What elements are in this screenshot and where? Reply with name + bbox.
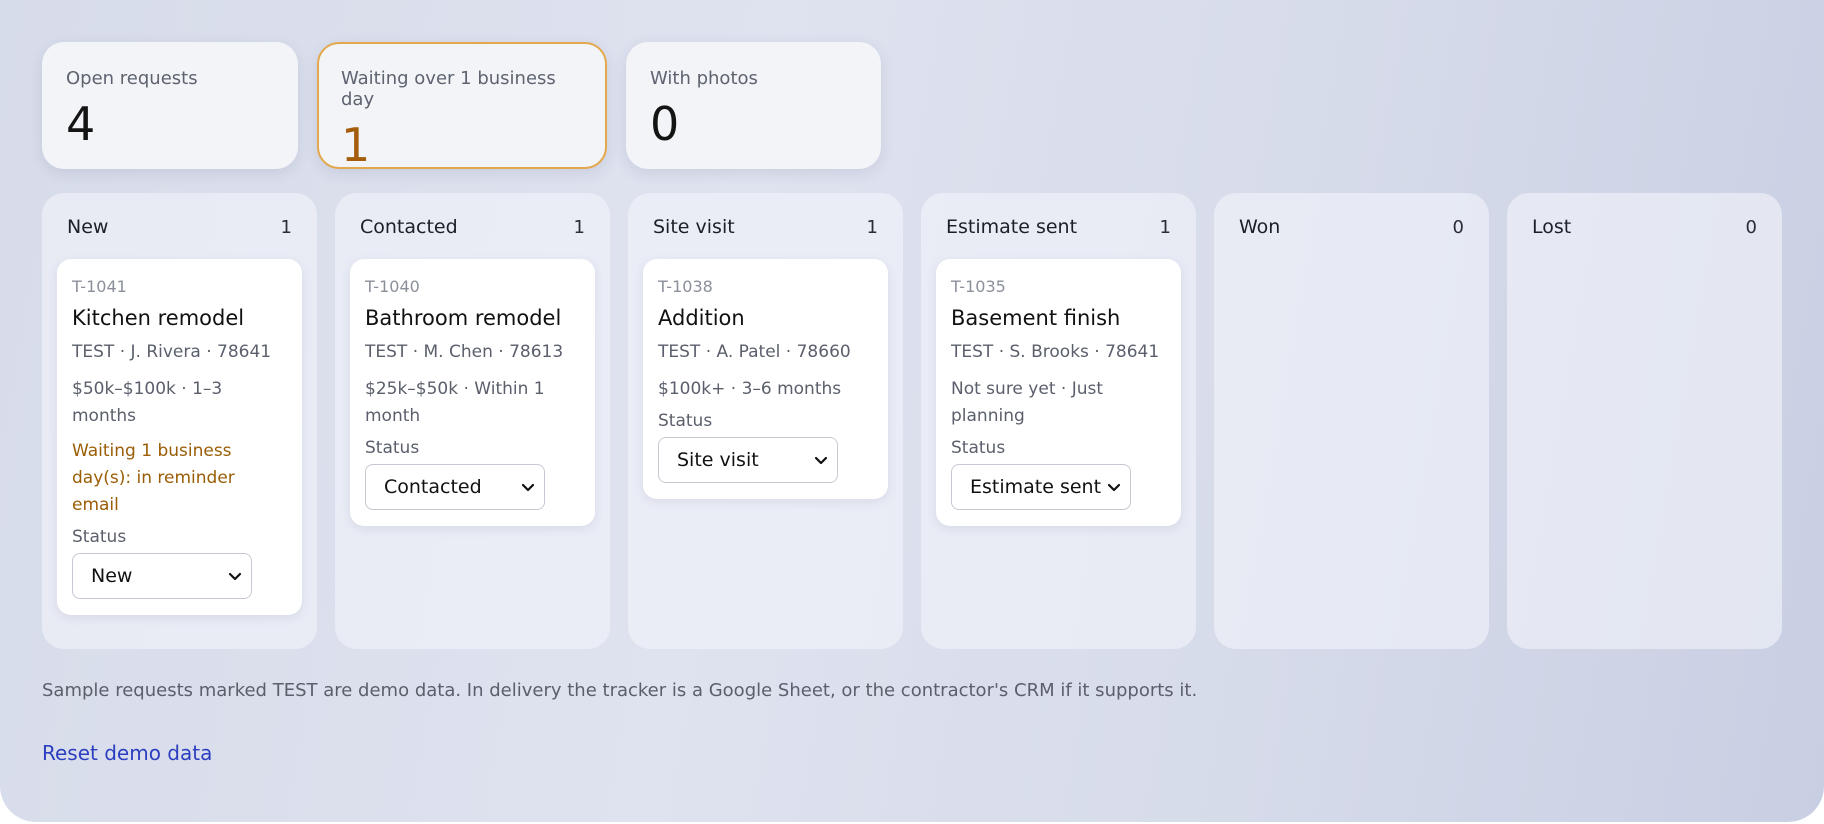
column-count: 1 [866,216,878,238]
request-title: Bathroom remodel [365,306,562,330]
column-title: Won [1239,216,1281,238]
status-select-value: Site visit [677,449,759,471]
status-label: Status [951,438,1006,458]
column-count: 1 [1159,216,1171,238]
request-contact: TEST · J. Rivera · 78641 [72,342,272,362]
stat-with-photos: With photos 0 [626,42,881,169]
column-header: Site visit 1 [643,215,888,239]
column-site-visit: Site visit 1 T-1038 Addition TEST · A. P… [628,193,903,649]
request-card[interactable]: T-1041 Kitchen remodel TEST · J. Rivera … [57,259,302,615]
column-count: 1 [280,216,292,238]
request-contact: TEST · A. Patel · 78660 [658,342,851,362]
stat-value: 0 [650,97,680,151]
status-select[interactable]: Site visit [658,437,838,483]
stat-label: Waiting over 1 business day [341,68,556,110]
column-title: Estimate sent [946,216,1078,238]
column-header: New 1 [57,215,302,239]
status-select-value: New [91,565,133,587]
column-title: Lost [1532,216,1572,238]
request-title: Kitchen remodel [72,306,245,330]
waiting-notice: Waiting 1 business day(s): in reminder e… [72,441,235,515]
request-id: T-1038 [658,277,713,296]
request-card[interactable]: T-1040 Bathroom remodel TEST · M. Chen ·… [350,259,595,526]
column-count: 0 [1745,216,1757,238]
column-title: Site visit [653,216,735,238]
status-label: Status [72,527,127,547]
chevron-down-icon [521,483,535,492]
column-title: Contacted [360,216,458,238]
column-lost: Lost 0 [1507,193,1782,649]
column-title: New [67,216,109,238]
request-id: T-1041 [72,277,127,296]
request-id: T-1040 [365,277,420,296]
request-budget: Not sure yet · Just planning [951,379,1104,426]
status-select-value: Estimate sent [970,476,1102,498]
request-title: Addition [658,306,745,330]
request-title: Basement finish [951,306,1121,330]
status-select[interactable]: Contacted [365,464,545,510]
request-id: T-1035 [951,277,1006,296]
status-label: Status [365,438,420,458]
chevron-down-icon [814,456,828,465]
column-header: Won 0 [1229,215,1474,239]
status-select-value: Contacted [384,476,482,498]
column-contacted: Contacted 1 T-1040 Bathroom remodel TEST… [335,193,610,649]
status-label: Status [658,411,713,431]
stat-waiting: Waiting over 1 business day 1 [317,42,607,169]
reset-demo-data-link[interactable]: Reset demo data [42,741,212,765]
stat-label: With photos [650,68,758,89]
kanban-board: New 1 T-1041 Kitchen remodel TEST · J. R… [42,193,1782,649]
demo-data-note: Sample requests marked TEST are demo dat… [42,680,1198,701]
column-header: Lost 0 [1522,215,1767,239]
request-budget: $25k–$50k · Within 1 month [365,379,545,426]
app-frame: Open requests 4 Waiting over 1 business … [0,0,1824,822]
status-select[interactable]: Estimate sent [951,464,1131,510]
stats-row: Open requests 4 Waiting over 1 business … [42,42,881,169]
stat-open-requests: Open requests 4 [42,42,298,169]
request-contact: TEST · M. Chen · 78613 [365,342,564,362]
request-card[interactable]: T-1035 Basement finish TEST · S. Brooks … [936,259,1181,526]
chevron-down-icon [1107,483,1121,492]
column-count: 1 [573,216,585,238]
column-new: New 1 T-1041 Kitchen remodel TEST · J. R… [42,193,317,649]
column-estimate-sent: Estimate sent 1 T-1035 Basement finish T… [921,193,1196,649]
stat-value: 4 [66,97,96,151]
request-budget: $100k+ · 3–6 months [658,379,842,399]
stat-value: 1 [341,118,371,172]
chevron-down-icon [228,572,242,581]
stat-label: Open requests [66,68,198,89]
column-header: Estimate sent 1 [936,215,1181,239]
column-won: Won 0 [1214,193,1489,649]
status-select[interactable]: New [72,553,252,599]
column-header: Contacted 1 [350,215,595,239]
request-card[interactable]: T-1038 Addition TEST · A. Patel · 78660 … [643,259,888,499]
request-contact: TEST · S. Brooks · 78641 [951,342,1160,362]
request-budget: $50k–$100k · 1–3 months [72,379,223,426]
column-count: 0 [1452,216,1464,238]
